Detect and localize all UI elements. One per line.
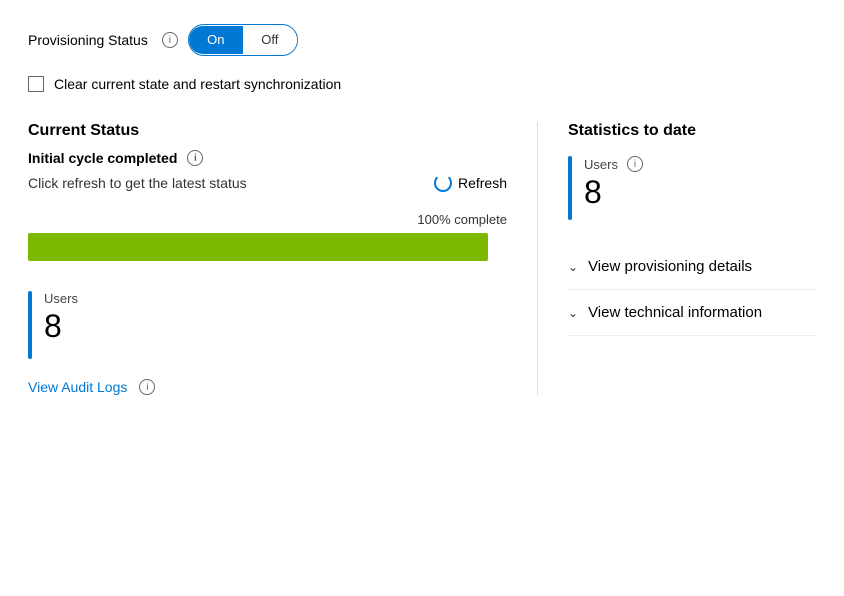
stats-users-section: Users i 8 (568, 156, 816, 220)
refresh-icon (434, 174, 452, 192)
current-status-title: Current Status (28, 122, 507, 140)
progress-section: 100% complete (28, 212, 507, 261)
chevron-technical-icon: ⌄ (568, 306, 578, 320)
refresh-hint-text: Click refresh to get the latest status (28, 175, 247, 191)
provisioning-toggle[interactable]: On Off (188, 24, 298, 56)
left-column: Current Status Initial cycle completed i… (28, 122, 538, 395)
cycle-info-icon[interactable]: i (187, 150, 203, 166)
users-info: Users 8 (44, 291, 78, 345)
users-label-row: Users (44, 291, 78, 306)
stats-title: Statistics to date (568, 122, 816, 140)
audit-logs-info-icon[interactable]: i (139, 379, 155, 395)
main-content: Current Status Initial cycle completed i… (28, 122, 816, 395)
progress-bar-background (28, 233, 488, 261)
chevron-provisioning-icon: ⌄ (568, 260, 578, 274)
audit-logs-row: View Audit Logs i (28, 379, 507, 395)
audit-logs-text: View Audit Logs (28, 379, 127, 395)
stats-users-label-text: Users (584, 157, 618, 172)
bottom-users-section: Users 8 (28, 291, 507, 359)
right-column: Statistics to date Users i 8 ⌄ View prov… (538, 122, 816, 336)
cycle-completed-row: Initial cycle completed i (28, 150, 507, 166)
stats-users-count: 8 (584, 174, 643, 211)
progress-label: 100% complete (28, 212, 507, 227)
audit-logs-link[interactable]: View Audit Logs (28, 379, 127, 395)
view-technical-info-row[interactable]: ⌄ View technical information (568, 290, 816, 336)
provisioning-status-info-icon[interactable]: i (162, 32, 178, 48)
toggle-on-option[interactable]: On (189, 26, 243, 54)
clear-state-label: Clear current state and restart synchron… (54, 76, 341, 92)
toggle-off-option[interactable]: Off (243, 26, 297, 54)
clear-state-checkbox[interactable] (28, 76, 44, 92)
refresh-row: Click refresh to get the latest status R… (28, 174, 507, 192)
provisioning-status-label: Provisioning Status (28, 32, 148, 48)
stats-users-label-row: Users i (584, 156, 643, 172)
stats-users-info: Users i 8 (584, 156, 643, 211)
stats-users-info-icon[interactable]: i (627, 156, 643, 172)
clear-state-row[interactable]: Clear current state and restart synchron… (28, 76, 816, 92)
cycle-completed-label: Initial cycle completed (28, 150, 177, 166)
refresh-button-label: Refresh (458, 175, 507, 191)
provisioning-status-row: Provisioning Status i On Off (28, 24, 816, 56)
view-provisioning-details-label: View provisioning details (588, 258, 752, 275)
view-technical-info-label: View technical information (588, 304, 762, 321)
refresh-button[interactable]: Refresh (434, 174, 507, 192)
users-left-bar (28, 291, 32, 359)
users-count: 8 (44, 308, 78, 345)
view-provisioning-details-row[interactable]: ⌄ View provisioning details (568, 244, 816, 290)
progress-bar-fill (28, 233, 488, 261)
users-label-text: Users (44, 291, 78, 306)
stats-users-bar (568, 156, 572, 220)
